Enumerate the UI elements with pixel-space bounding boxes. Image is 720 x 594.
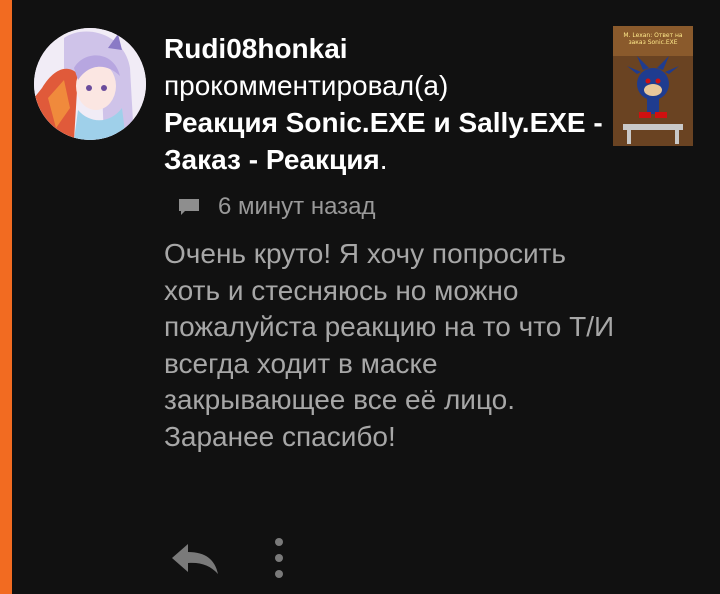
more-vertical-icon[interactable] — [272, 536, 286, 580]
comment-text: Очень круто! Я хочу попросить хоть и сте… — [164, 238, 615, 452]
post-title-end: . — [379, 144, 388, 175]
post-thumbnail[interactable]: М. Lexan: Ответ на заказ Sonic.EXE — [613, 26, 693, 146]
user-avatar[interactable] — [34, 28, 146, 140]
avatar-illustration — [34, 28, 146, 140]
reply-icon[interactable] — [170, 540, 220, 576]
accent-bar — [0, 0, 12, 594]
notification-card[interactable]: Rudi08honkai прокомментировал(а) Реакция… — [12, 0, 720, 594]
notification-header: Rudi08honkai прокомментировал(а) Реакция… — [164, 30, 604, 178]
thumbnail-caption: М. Lexan: Ответ на заказ Sonic.EXE — [623, 32, 683, 46]
username-link[interactable]: Rudi08honkai — [164, 30, 604, 67]
timestamp-row: 6 минут назад — [178, 190, 376, 224]
timestamp: 6 минут назад — [218, 193, 376, 220]
comment-icon — [179, 199, 199, 215]
action-text: прокомментировал(а) — [164, 70, 449, 101]
action-bar — [170, 534, 286, 582]
